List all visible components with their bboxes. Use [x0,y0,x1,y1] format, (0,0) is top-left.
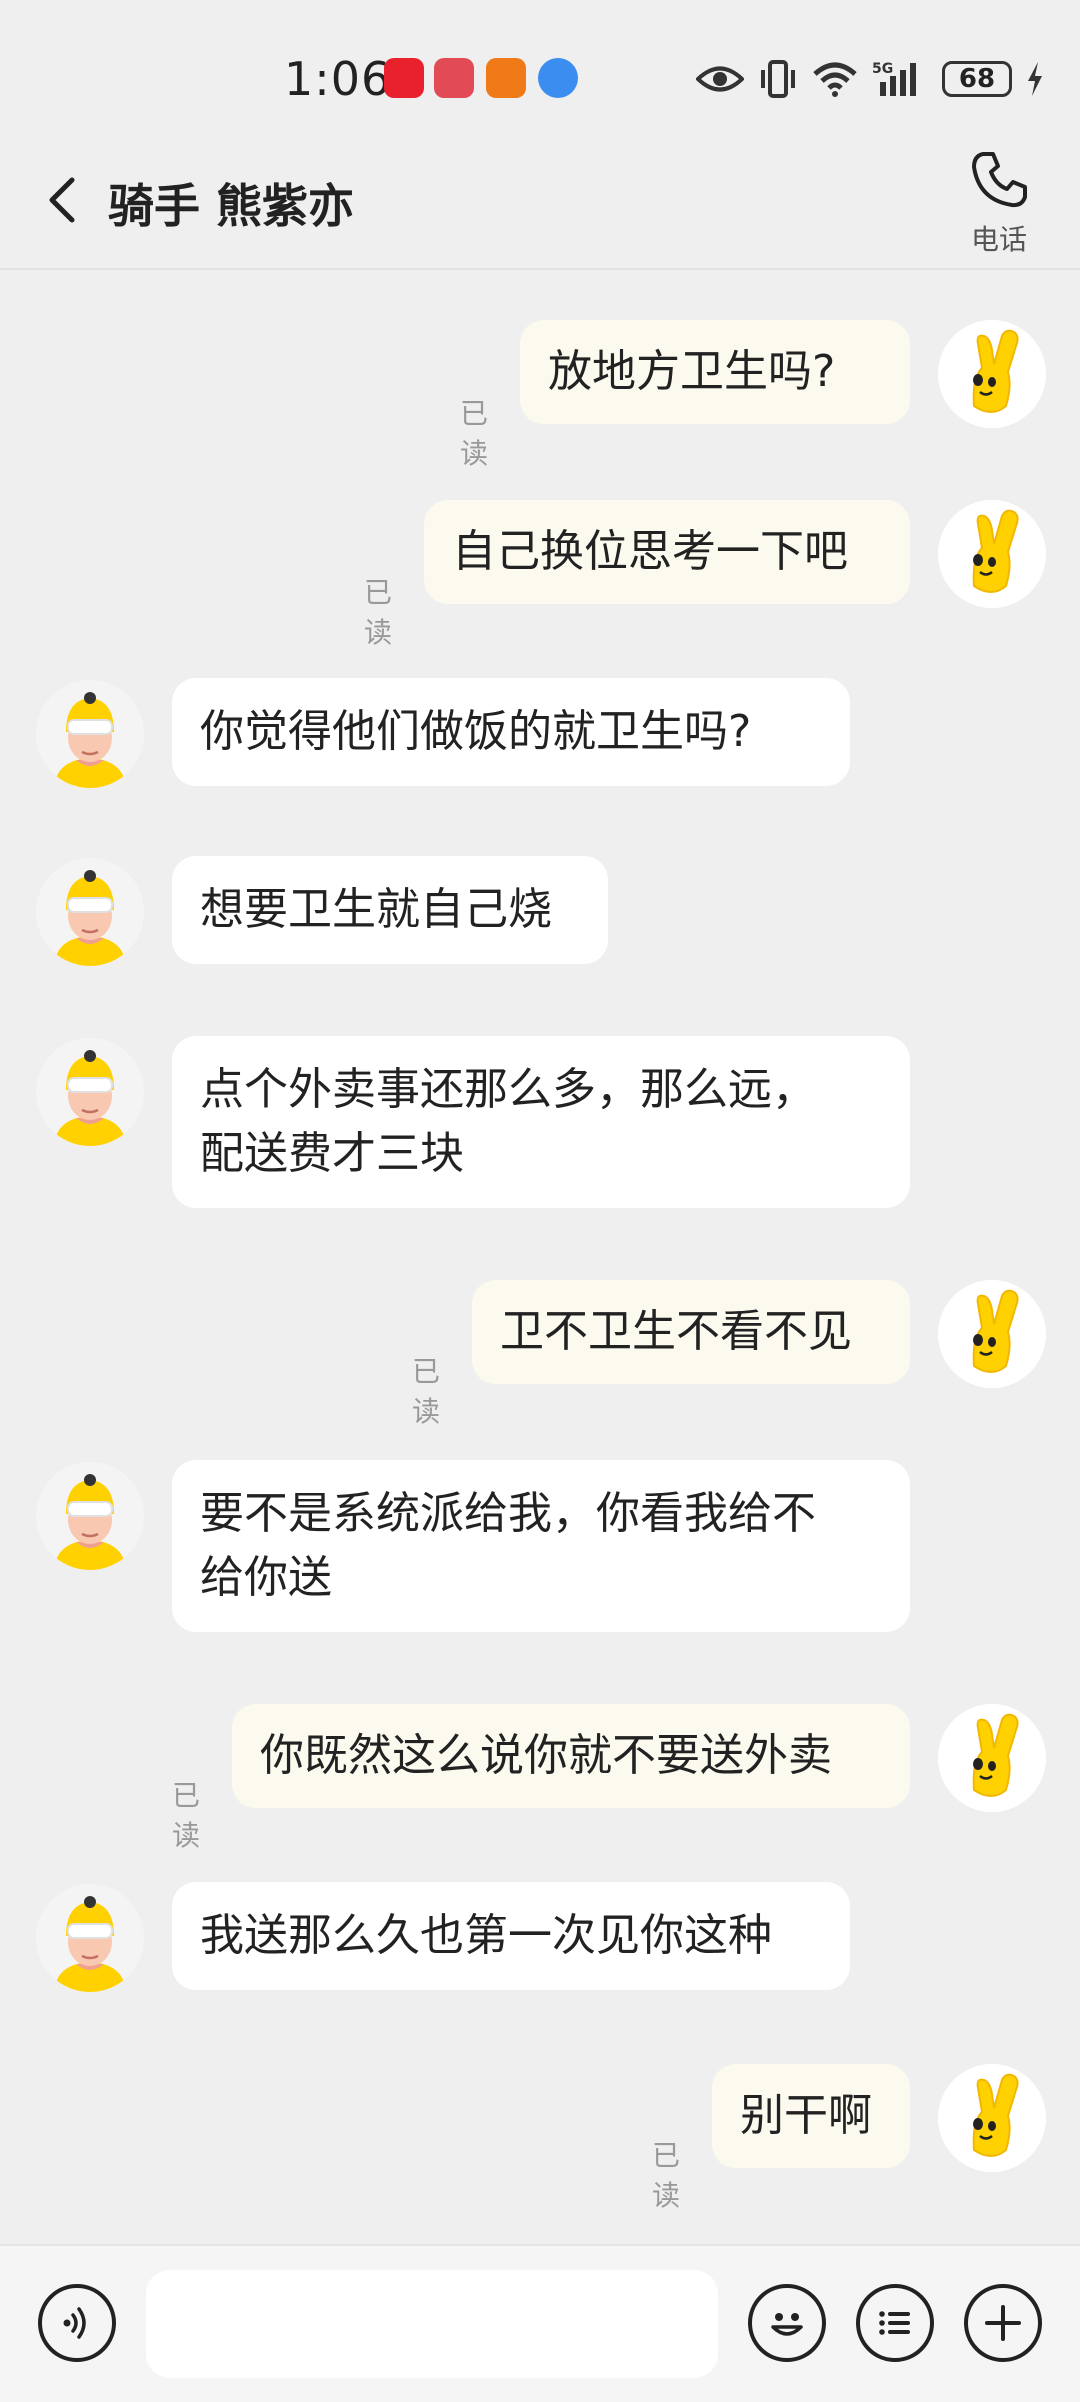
message-bubble[interactable]: 别干啊 [712,2064,910,2168]
page-title: 骑手 熊紫亦 [108,179,355,233]
message-bubble[interactable]: 自己换位思考一下吧 [424,500,910,604]
call-label: 电话 [970,223,1027,256]
svg-text:5G: 5G [872,61,893,77]
phone-icon [972,152,1027,208]
my-avatar[interactable] [938,320,1046,428]
wifi-icon [813,62,857,97]
rider-avatar[interactable] [36,680,144,788]
message-bubble[interactable]: 放地方卫生吗? [520,320,910,424]
message-text: 想要卫生就自己烧 [200,884,552,935]
message-bubble[interactable]: 你觉得他们做饭的就卫生吗? [172,678,850,786]
back-button[interactable] [36,170,96,230]
call-button[interactable]: 电话 [954,148,1044,264]
message-text: 要不是系统派给我，你看我给不 [200,1488,816,1539]
message-bubble[interactable]: 我送那么久也第一次见你这种 [172,1882,850,1990]
charging-icon [1028,62,1042,96]
battery-indicator: 68 [942,61,1012,97]
message-text: 配送费才三块 [200,1128,464,1179]
input-bar [0,2244,1080,2402]
my-avatar[interactable] [938,1704,1046,1812]
notification-app-icon [486,58,526,98]
message-text: 点个外卖事还那么多，那么远， [200,1064,816,1115]
read-receipt: 已读 [412,1355,441,1428]
emoji-button[interactable] [748,2284,826,2362]
notification-app-icon [538,58,578,98]
message-input[interactable] [146,2270,718,2378]
quick-reply-icon [879,2311,910,2335]
message-text: 给你送 [200,1552,332,1603]
read-receipt: 已读 [364,576,393,649]
rider-avatar[interactable] [36,1884,144,1992]
voice-button[interactable] [38,2284,116,2362]
message-bubble[interactable]: 点个外卖事还那么多，那么远， 配送费才三块 [172,1036,910,1208]
emoji-icon [771,2313,803,2336]
message-text: 你觉得他们做饭的就卫生吗? [200,706,752,757]
signal-icon: 5G [872,61,916,96]
message-bubble[interactable]: 想要卫生就自己烧 [172,856,608,964]
rider-avatar[interactable] [36,1462,144,1570]
my-avatar[interactable] [938,500,1046,608]
message-text: 别干啊 [740,2090,872,2141]
message-text: 自己换位思考一下吧 [452,526,848,577]
plus-icon [985,2305,1021,2341]
message-bubble[interactable]: 要不是系统派给我，你看我给不 给你送 [172,1460,910,1632]
notification-app-icon [434,58,474,98]
rider-avatar[interactable] [36,1038,144,1146]
status-time: 1:06 [284,52,392,106]
voice-icon [63,2307,86,2339]
message-text: 放地方卫生吗? [548,346,836,397]
read-receipt: 已读 [652,2139,681,2212]
rider-avatar[interactable] [36,858,144,966]
status-bar: 1:06 5G 68 [0,0,1080,140]
back-icon [49,177,75,223]
notification-app-icon [384,58,424,98]
more-button[interactable] [964,2284,1042,2362]
message-text: 卫不卫生不看不见 [500,1306,852,1357]
vibrate-icon [761,60,795,98]
read-receipt: 已读 [172,1779,201,1852]
quick-reply-button[interactable] [856,2284,934,2362]
status-indicators: 5G 68 [696,54,1044,104]
chat-header: 骑手 熊紫亦 电话 [0,140,1080,270]
eye-icon [696,66,744,92]
message-bubble[interactable]: 卫不卫生不看不见 [472,1280,910,1384]
read-receipt: 已读 [460,397,489,470]
my-avatar[interactable] [938,2064,1046,2172]
my-avatar[interactable] [938,1280,1046,1388]
message-text: 我送那么久也第一次见你这种 [200,1910,772,1961]
message-text: 你既然这么说你就不要送外卖 [260,1730,832,1781]
message-bubble[interactable]: 你既然这么说你就不要送外卖 [232,1704,910,1808]
